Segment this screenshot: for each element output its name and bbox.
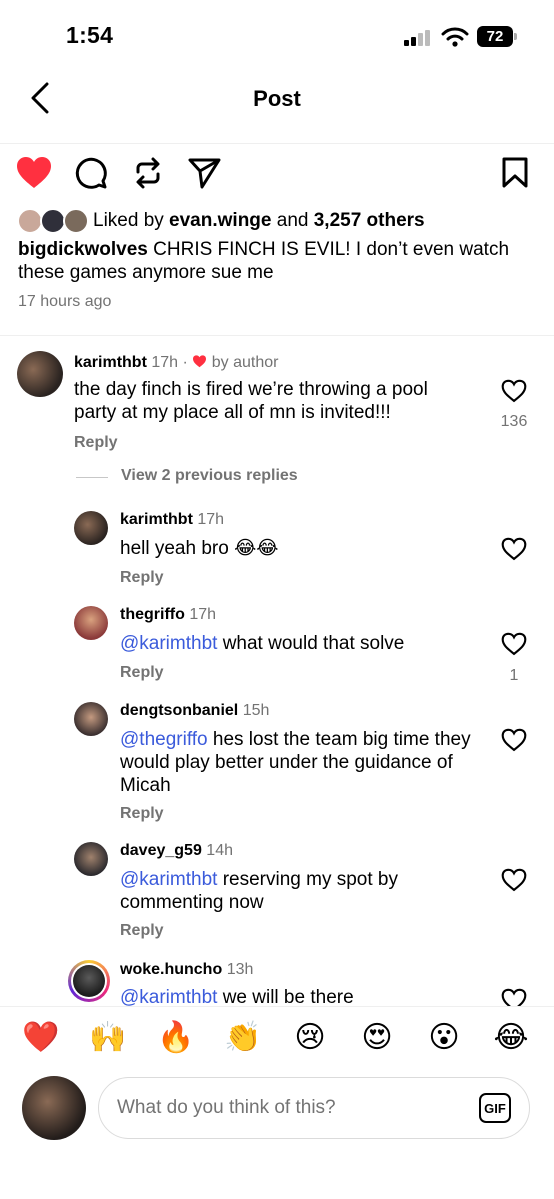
- reply-time: 13h: [226, 961, 254, 978]
- meta-separator: ·: [182, 354, 188, 371]
- reply-time: 14h: [206, 842, 233, 859]
- current-user-avatar: [22, 1076, 86, 1140]
- view-previous-replies-button[interactable]: View 2 previous replies: [121, 467, 298, 485]
- emoji-clap[interactable]: 👏: [223, 1021, 263, 1055]
- reply-text: @karimthbt what would that solve: [120, 632, 490, 655]
- page-title: Post: [253, 86, 301, 111]
- comment-username[interactable]: karimthbt: [74, 354, 147, 371]
- emoji-bar: ❤️ 🙌 🔥 👏 😢 😍 😮 😂: [0, 1021, 554, 1061]
- reply-text: hell yeah bro 😂😂: [120, 537, 490, 560]
- comment-time: 17h: [151, 354, 179, 371]
- story-ring-gap: [71, 963, 107, 999]
- repost-icon[interactable]: [131, 156, 165, 190]
- reply-like-icon[interactable]: [501, 632, 527, 656]
- story-ring[interactable]: [68, 960, 110, 1002]
- emoji-raised-hands[interactable]: 🙌: [88, 1021, 128, 1055]
- emoji-bar-divider: [0, 1006, 554, 1007]
- reply-body: we will be there: [217, 987, 354, 1006]
- reply-like-icon[interactable]: [501, 728, 527, 752]
- reply-body: what would that solve: [217, 633, 405, 654]
- emoji-heart[interactable]: ❤️: [21, 1021, 61, 1055]
- reply-clip-container: woke.huncho 13h @karimthbt we will be th…: [0, 940, 554, 1006]
- reply-like-icon[interactable]: [501, 537, 527, 561]
- reply-text: @thegriffo hes lost the team big time th…: [120, 728, 490, 797]
- emoji-surprised[interactable]: 😮: [424, 1021, 464, 1055]
- comment-icon[interactable]: [74, 156, 108, 190]
- reply-username[interactable]: thegriffo: [120, 606, 185, 623]
- reply-time: 17h: [189, 606, 217, 623]
- comment-like-count: 136: [500, 413, 528, 430]
- liked-by-count[interactable]: 3,257 others: [314, 210, 425, 231]
- comment-avatar[interactable]: [17, 351, 63, 397]
- gif-button[interactable]: GIF: [479, 1093, 511, 1123]
- emoji-heart-eyes[interactable]: 😍: [357, 1021, 397, 1055]
- emoji-laughing[interactable]: 😂: [491, 1021, 531, 1055]
- header-divider: [0, 143, 554, 144]
- reply-reply-button[interactable]: Reply: [120, 569, 164, 587]
- emoji-crying[interactable]: 😢: [290, 1021, 330, 1055]
- caption-divider: [0, 335, 554, 336]
- liked-by-middle: and: [271, 210, 314, 231]
- reply-username[interactable]: karimthbt: [120, 511, 193, 528]
- like-heart-icon[interactable]: [16, 156, 52, 190]
- reply-text: @karimthbt we will be there: [120, 986, 490, 1006]
- caption-username[interactable]: bigdickwolves: [18, 239, 148, 260]
- reply-like-count: 1: [509, 667, 519, 684]
- reply-avatar: [73, 965, 105, 997]
- reply-header: dengtsonbaniel 15h: [120, 702, 269, 720]
- reply-body: hell yeah bro 😂😂: [120, 538, 279, 559]
- by-author-label: by author: [211, 354, 279, 371]
- liked-by-user[interactable]: evan.winge: [169, 210, 271, 231]
- reply-reply-button[interactable]: Reply: [120, 922, 164, 940]
- reply-username[interactable]: dengtsonbaniel: [120, 702, 238, 719]
- reply-header: woke.huncho 13h: [120, 961, 253, 979]
- reply-like-icon[interactable]: [501, 988, 527, 1006]
- liked-by-text[interactable]: Liked by evan.winge and 3,257 others: [93, 210, 425, 232]
- share-icon[interactable]: [188, 157, 222, 189]
- reply-avatar[interactable]: [74, 842, 108, 876]
- comment-input-placeholder[interactable]: What do you think of this?: [117, 1097, 336, 1119]
- reply-header: davey_g59 14h: [120, 842, 233, 860]
- comment-text: the day finch is fired we’re throwing a …: [74, 379, 428, 423]
- comment-like-icon[interactable]: [501, 379, 527, 403]
- author-heart-icon: [193, 355, 207, 368]
- status-time: 1:54: [66, 22, 114, 48]
- reply-text: @karimthbt reserving my spot by commenti…: [120, 868, 490, 914]
- reply-header: thegriffo 17h: [120, 606, 216, 624]
- liker-avatar-3: [63, 208, 89, 234]
- reply-like-icon[interactable]: [501, 868, 527, 892]
- emoji-fire[interactable]: 🔥: [156, 1021, 196, 1055]
- battery-indicator: 72: [477, 26, 517, 47]
- view-replies-line: [76, 477, 108, 478]
- reply-time: 15h: [242, 702, 270, 719]
- reply-time: 17h: [197, 511, 225, 528]
- save-bookmark-icon[interactable]: [501, 157, 529, 189]
- post-timestamp: 17 hours ago: [18, 293, 112, 310]
- wifi-icon: [441, 27, 469, 47]
- reply-reply-button[interactable]: Reply: [120, 664, 164, 682]
- reply-avatar[interactable]: [74, 511, 108, 545]
- reply-header: karimthbt 17h: [120, 511, 224, 529]
- comment-reply-button[interactable]: Reply: [74, 434, 118, 452]
- signal-icon: [404, 30, 430, 46]
- reply-mention[interactable]: @karimthbt: [120, 869, 217, 890]
- comment-header: karimthbt 17h · by author: [74, 354, 278, 372]
- reply-avatar[interactable]: [74, 606, 108, 640]
- liked-by-prefix: Liked by: [93, 210, 170, 231]
- reply-mention[interactable]: @karimthbt: [120, 987, 217, 1006]
- reply-username[interactable]: davey_g59: [120, 842, 202, 859]
- reply-mention[interactable]: @karimthbt: [120, 633, 217, 654]
- reply-reply-button[interactable]: Reply: [120, 805, 164, 823]
- reply-avatar[interactable]: [74, 702, 108, 736]
- reply-mention[interactable]: @thegriffo: [120, 729, 208, 750]
- post-caption: bigdickwolves CHRIS FINCH IS EVIL! I don…: [18, 238, 538, 284]
- reply-username[interactable]: woke.huncho: [120, 961, 222, 978]
